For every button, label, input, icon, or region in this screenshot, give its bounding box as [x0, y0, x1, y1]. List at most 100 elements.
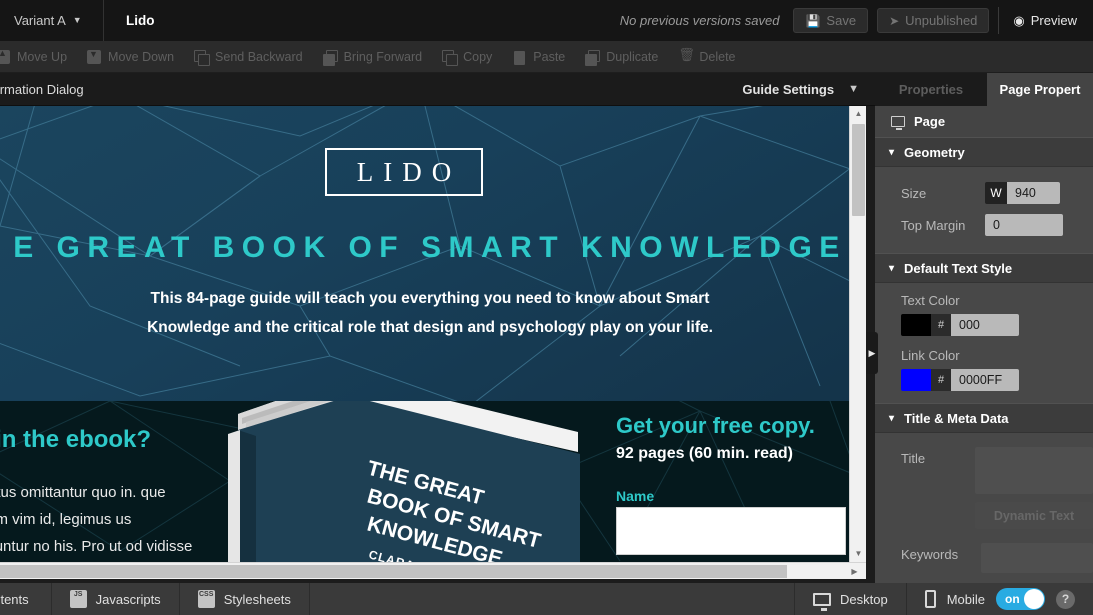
move-up-button[interactable]: Move Up	[0, 48, 78, 64]
javascripts-label: Javascripts	[95, 591, 161, 607]
cta-subtext[interactable]: 92 pages (60 min. read)	[616, 445, 793, 463]
mobile-toggle[interactable]: on	[996, 588, 1045, 610]
guide-settings-label: Guide Settings	[742, 81, 835, 97]
publish-button-label: Unpublished	[905, 13, 978, 28]
duplicate-label: Duplicate	[606, 49, 659, 64]
meta-title-input[interactable]	[975, 447, 1093, 494]
section-header-meta[interactable]: ▾ Title & Meta Data	[875, 403, 1093, 433]
paper-plane-icon: ➤	[889, 13, 900, 28]
save-button[interactable]: 💾 Save	[793, 8, 869, 33]
scroll-down-icon[interactable]: ▼	[850, 546, 867, 562]
book-cover-image[interactable]: THE GREAT BOOK OF SMART KNOWLEDGE CLARA …	[228, 401, 588, 562]
cta-heading[interactable]: Get your free copy.	[616, 413, 815, 439]
scroll-right-icon[interactable]: ▶	[846, 563, 863, 580]
dynamic-text-button[interactable]: Dynamic Text	[975, 502, 1093, 529]
preview-button[interactable]: ◉ Preview	[998, 7, 1093, 34]
scroll-up-icon[interactable]: ▲	[850, 106, 867, 122]
link-color-input[interactable]: 0000FF	[951, 369, 1019, 391]
meta-keywords-label: Keywords	[901, 547, 959, 562]
canvas-sub-bar: nfirmation Dialog Guide Settings ▼	[0, 73, 875, 106]
bottom-bar: ontents JS Javascripts CSS Stylesheets D…	[0, 583, 1093, 615]
move-up-label: Move Up	[17, 49, 68, 64]
properties-tabs: Properties Page Propert	[875, 73, 1093, 106]
view-desktop-button[interactable]: Desktop	[795, 583, 907, 615]
duplicate-icon	[585, 49, 601, 66]
phone-icon	[924, 590, 936, 608]
keywords-row: Keywords	[875, 543, 1093, 573]
action-toolbar: Move Up Move Down Send Backward Bring Fo…	[0, 41, 1093, 73]
link-color-group: Link Color # 0000FF	[875, 348, 1093, 391]
panel-collapse-handle[interactable]: ▶	[866, 332, 878, 374]
hero-subheadline-line2: Knowledge and the critical role that des…	[147, 319, 713, 336]
size-unit-label: W	[985, 182, 1007, 204]
chevron-down-icon: ▾	[889, 146, 895, 158]
section-title-geometry: Geometry	[904, 144, 965, 160]
link-color-swatch[interactable]	[901, 369, 931, 391]
top-margin-input[interactable]: 0	[985, 214, 1063, 236]
help-icon[interactable]: ?	[1056, 589, 1075, 609]
size-label: Size	[901, 185, 927, 201]
title-row: Title Dynamic Text	[875, 447, 1093, 529]
ebook-heading[interactable]: at's in the ebook?	[0, 426, 151, 454]
paste-button[interactable]: Paste	[512, 49, 576, 65]
save-button-label: Save	[826, 13, 857, 28]
section-header-text-style[interactable]: ▾ Default Text Style	[875, 253, 1093, 283]
copy-button[interactable]: Copy	[442, 49, 503, 66]
size-control[interactable]: W 940	[985, 182, 1060, 204]
hero-subheadline[interactable]: This 84-page guide will teach you everyt…	[60, 284, 800, 342]
vertical-scroll-thumb[interactable]	[852, 124, 865, 216]
name-input[interactable]	[616, 507, 846, 555]
tab-stylesheets[interactable]: CSS Stylesheets	[180, 583, 310, 615]
version-status-text: No previous versions saved	[619, 13, 780, 28]
text-color-group: Text Color # 000	[875, 293, 1093, 336]
chevron-down-icon: ▼	[848, 82, 859, 95]
top-bar-actions: No previous versions saved 💾 Save ➤ Unpu…	[620, 0, 1093, 41]
tab-properties[interactable]: Properties	[875, 73, 987, 106]
send-backward-label: Send Backward	[215, 49, 303, 64]
bottom-bar-spacer	[310, 583, 795, 615]
paste-label: Paste	[533, 49, 566, 64]
tab-page-properties[interactable]: Page Propert	[987, 73, 1093, 106]
element-breadcrumb: nfirmation Dialog	[0, 81, 84, 97]
copy-label: Copy	[463, 49, 493, 64]
hero-subheadline-line1: This 84-page guide will teach you everyt…	[150, 290, 710, 307]
move-down-button[interactable]: Move Down	[87, 49, 185, 64]
duplicate-button[interactable]: Duplicate	[585, 49, 669, 66]
paste-icon	[512, 50, 526, 65]
variant-selector[interactable]: Variant A ▼	[0, 0, 104, 41]
chevron-down-icon: ▾	[889, 262, 895, 274]
tab-contents[interactable]: ontents	[0, 583, 52, 615]
text-color-control[interactable]: # 000	[901, 314, 1093, 336]
top-margin-label: Top Margin	[901, 217, 966, 233]
mobile-label: Mobile	[946, 591, 985, 607]
section-body-geometry: Size W 940 Top Margin 0	[875, 167, 1093, 253]
design-canvas[interactable]: LIDO E GREAT BOOK OF SMART KNOWLEDGE Thi…	[0, 106, 866, 562]
lido-logo: LIDO	[325, 148, 483, 196]
canvas-vertical-scrollbar[interactable]: ▲ ▼	[849, 106, 866, 562]
canvas-horizontal-scrollbar[interactable]: ▶	[0, 562, 866, 579]
guide-settings-dropdown[interactable]: Guide Settings ▼	[742, 82, 859, 97]
top-margin-row: Top Margin 0	[875, 209, 1093, 241]
ebook-body-text[interactable]: pit probatus omittantur quo in. que scri…	[0, 479, 218, 562]
bring-forward-button[interactable]: Bring Forward	[322, 49, 434, 66]
js-file-icon: JS	[69, 590, 87, 608]
text-color-input[interactable]: 000	[951, 314, 1019, 336]
hero-headline[interactable]: E GREAT BOOK OF SMART KNOWLEDGE	[0, 231, 866, 265]
delete-label: Delete	[699, 49, 736, 64]
tab-javascripts[interactable]: JS Javascripts	[52, 583, 180, 615]
meta-keywords-input[interactable]	[980, 543, 1093, 573]
delete-button[interactable]: Delete	[678, 47, 746, 64]
trash-icon	[678, 47, 695, 64]
publish-button[interactable]: ➤ Unpublished	[877, 8, 990, 33]
size-input[interactable]: 940	[1007, 182, 1060, 204]
css-file-icon: CSS	[197, 590, 215, 608]
variant-label: Variant A	[14, 13, 66, 28]
move-up-icon	[0, 48, 10, 64]
link-color-control[interactable]: # 0000FF	[901, 369, 1093, 391]
horizontal-scroll-thumb[interactable]	[0, 565, 787, 578]
send-backward-button[interactable]: Send Backward	[194, 49, 314, 66]
section-body-meta: Title Dynamic Text Keywords	[875, 433, 1093, 585]
size-row: Size W 940	[875, 177, 1093, 209]
text-color-swatch[interactable]	[901, 314, 931, 336]
section-header-geometry[interactable]: ▾ Geometry	[875, 137, 1093, 167]
